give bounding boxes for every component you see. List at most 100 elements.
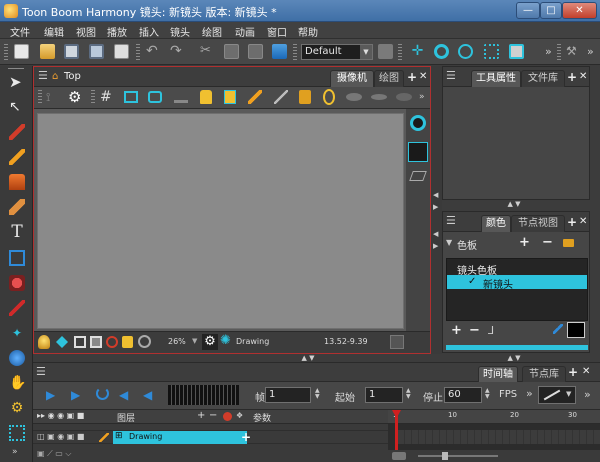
- menu-animation[interactable]: 动画: [235, 24, 255, 39]
- tab-camera[interactable]: 摄像机: [330, 70, 374, 87]
- reset-view-icon[interactable]: [138, 335, 151, 348]
- pencil-edit-icon[interactable]: [248, 90, 262, 104]
- paste-icon[interactable]: [248, 44, 263, 59]
- toolbar-overflow-icon[interactable]: »: [545, 45, 552, 58]
- palette-folder-icon[interactable]: [563, 239, 574, 247]
- layer-options-icon[interactable]: ❖: [236, 411, 243, 420]
- menu-scene[interactable]: 镜头: [170, 24, 190, 39]
- toolbar-grip-2[interactable]: [136, 44, 140, 60]
- playback-overflow-icon[interactable]: »: [526, 387, 533, 400]
- panel-menu-icon[interactable]: ☰: [38, 70, 48, 81]
- gear-icon[interactable]: ⚙: [202, 334, 218, 350]
- tab-library[interactable]: 文件库: [521, 70, 565, 87]
- zoom-slider-handle[interactable]: [442, 452, 448, 460]
- layers-icon[interactable]: [408, 142, 428, 162]
- tab-node-library[interactable]: 节点库: [522, 366, 566, 383]
- close-view-icon[interactable]: ✕: [419, 71, 427, 82]
- color-swatch[interactable]: [567, 322, 585, 338]
- record-icon[interactable]: [106, 336, 118, 348]
- perspective-icon[interactable]: [409, 171, 427, 181]
- rig-icon[interactable]: ⚙: [9, 400, 25, 416]
- add-layer-icon[interactable]: +: [197, 410, 205, 421]
- stamp-icon[interactable]: [9, 174, 25, 190]
- viewport-splitter[interactable]: ▲ ▼: [294, 354, 322, 362]
- panel-menu-icon[interactable]: ☰: [446, 215, 456, 226]
- add-palette-icon[interactable]: +: [519, 235, 530, 250]
- sound-icon[interactable]: ◀: [119, 388, 128, 402]
- layer-toggles-icon[interactable]: ▸▸ ◉ ◉ ▣ ■: [37, 411, 84, 420]
- tools-icon[interactable]: ⚒: [566, 44, 581, 59]
- toolbar-grip-4[interactable]: [398, 44, 402, 60]
- frame-cells[interactable]: [398, 430, 600, 444]
- menu-window[interactable]: 窗口: [267, 24, 287, 39]
- safe-area-icon[interactable]: [124, 91, 138, 103]
- toolbar-grip[interactable]: [4, 44, 8, 60]
- right-bottom-splitter[interactable]: ▲ ▼: [500, 354, 528, 362]
- layer-expand-icon[interactable]: ⊞: [115, 431, 123, 441]
- paint-bucket-icon[interactable]: [9, 275, 25, 291]
- pivot-icon[interactable]: ✦: [9, 325, 25, 341]
- layer-color-icon[interactable]: [223, 412, 232, 421]
- frame-ruler[interactable]: 1 10 20 30: [388, 410, 600, 424]
- tab-timeline[interactable]: 时间轴: [478, 366, 518, 383]
- layer-row[interactable]: ◫ ▣ ◉ ▣ ■ ⊞ Drawing +: [33, 430, 388, 444]
- view-toolbar-grip-2[interactable]: [91, 90, 95, 105]
- splitter-right-arrow-2-icon[interactable]: ▶: [433, 242, 438, 250]
- palette-list-item[interactable]: ✓ 新镜头: [447, 275, 587, 291]
- ground-icon[interactable]: [174, 91, 188, 103]
- menu-view[interactable]: 视图: [76, 24, 96, 39]
- globe-icon[interactable]: [9, 350, 25, 366]
- bounding-box-icon[interactable]: [484, 44, 499, 59]
- bulb-icon[interactable]: [38, 335, 50, 349]
- frame-input[interactable]: 1: [265, 387, 311, 403]
- workspace-ruler-icon[interactable]: [272, 44, 287, 59]
- toolbar-grip-3[interactable]: [293, 44, 297, 60]
- view-toolbar-overflow-icon[interactable]: »: [419, 92, 425, 102]
- add-color-icon[interactable]: +: [451, 323, 462, 338]
- select-arrow-icon[interactable]: ➤: [9, 74, 25, 90]
- tab-node-view[interactable]: 节点视图: [511, 215, 565, 232]
- play-icon[interactable]: ▶: [46, 388, 55, 402]
- add-view-icon[interactable]: +: [567, 70, 577, 84]
- transform-arrow-icon[interactable]: ↖: [9, 99, 25, 115]
- rectangle-icon[interactable]: [9, 250, 25, 266]
- redo-icon[interactable]: ↷: [170, 44, 185, 59]
- hand-icon[interactable]: ✋: [9, 375, 26, 391]
- toolbar-overflow-2-icon[interactable]: »: [587, 45, 594, 58]
- lock-all-icon[interactable]: [224, 90, 236, 104]
- viewport-area[interactable]: [34, 109, 406, 331]
- minimize-button[interactable]: —: [516, 2, 540, 19]
- menu-file[interactable]: 文件: [10, 24, 30, 39]
- depth-icon[interactable]: [396, 93, 412, 101]
- add-view-icon[interactable]: +: [567, 215, 577, 229]
- tab-color[interactable]: 颜色: [481, 215, 511, 232]
- pencil-icon[interactable]: [99, 433, 109, 442]
- playback-slider[interactable]: [168, 385, 239, 405]
- open-folder-icon[interactable]: [40, 44, 55, 59]
- interpolation-select[interactable]: ▼: [538, 386, 576, 404]
- splitter-right-arrow-icon[interactable]: ▶: [433, 203, 438, 211]
- add-view-icon[interactable]: +: [568, 365, 578, 379]
- tab-drawing[interactable]: 绘图: [374, 70, 404, 87]
- chevron-down-icon[interactable]: »: [12, 447, 18, 457]
- close-button[interactable]: ✕: [562, 2, 597, 19]
- workspace-save-icon[interactable]: [378, 44, 393, 59]
- panel-menu-icon[interactable]: ☰: [36, 366, 46, 377]
- menu-help[interactable]: 帮助: [298, 24, 318, 39]
- remove-palette-icon[interactable]: −: [542, 235, 553, 250]
- grid-icon[interactable]: [9, 425, 25, 441]
- panel-menu-icon[interactable]: ☰: [446, 70, 456, 81]
- stop-stepper[interactable]: ▲ ▼: [485, 388, 490, 400]
- playback-overflow-2-icon[interactable]: »: [584, 388, 591, 401]
- crosshair-icon[interactable]: ✛: [410, 44, 425, 59]
- eye-icon[interactable]: [410, 115, 426, 131]
- home-icon[interactable]: ⌂: [52, 71, 58, 82]
- frame-icon[interactable]: [74, 336, 86, 348]
- lock-icon[interactable]: [200, 90, 212, 104]
- start-stepper[interactable]: ▲ ▼: [406, 388, 411, 400]
- remove-color-icon[interactable]: −: [469, 323, 480, 338]
- eyedropper-icon[interactable]: [9, 300, 25, 316]
- layer-footer-icons[interactable]: ▣ ⟋ ▭ ⌵: [37, 449, 388, 461]
- tint-icon[interactable]: ⅃: [488, 324, 494, 337]
- zoom-level[interactable]: 26%: [168, 337, 186, 346]
